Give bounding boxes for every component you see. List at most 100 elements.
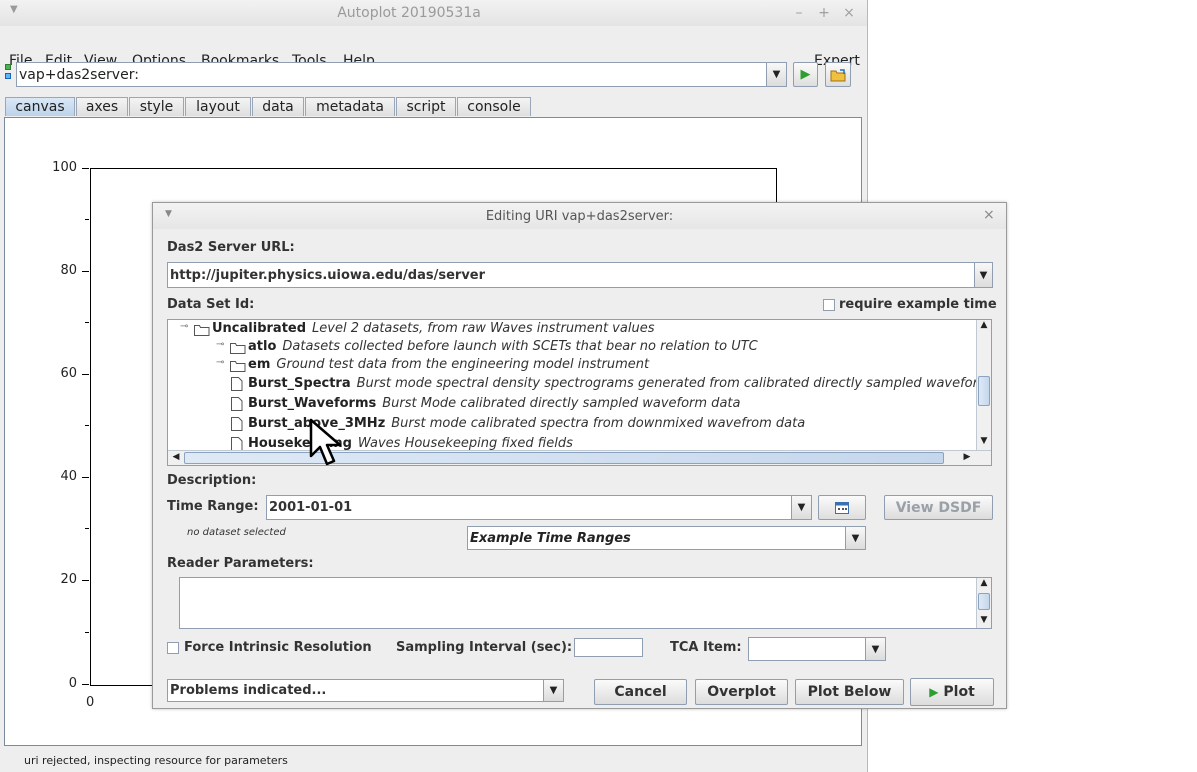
play-icon: ▶	[929, 685, 939, 699]
close-icon[interactable]: ×	[842, 5, 856, 21]
tree-row[interactable]: Burst_Spectra Burst mode spectral density…	[231, 376, 991, 394]
tca-item-combo[interactable]: ▼	[748, 637, 886, 661]
y-tick-label: 60	[60, 366, 77, 381]
file-icon	[231, 377, 243, 391]
scroll-left-icon[interactable]: ◀	[170, 452, 182, 462]
close-icon[interactable]: ×	[983, 207, 995, 223]
reader-params-textarea[interactable]: ▲ ▼	[179, 577, 992, 629]
chevron-down-icon[interactable]: ▼	[974, 263, 992, 287]
server-url-combo[interactable]: http://jupiter.physics.uiowa.edu/das/ser…	[167, 262, 993, 288]
dataset-tree[interactable]: ⊸ Uncalibrated Level 2 datasets, from raw…	[167, 319, 992, 466]
title-bar: ▼ Autoplot 20190531a – + ×	[0, 0, 867, 26]
go-button[interactable]: ▶	[793, 62, 818, 87]
tree-row[interactable]: ⊸ em Ground test data from the engineerin…	[216, 357, 649, 375]
view-dsdf-button[interactable]: View DSDF	[884, 495, 993, 520]
play-icon: ▶	[800, 67, 811, 82]
browse-button[interactable]	[825, 62, 851, 87]
chevron-down-icon[interactable]: ▼	[865, 638, 885, 660]
example-time-ranges-value[interactable]: Example Time Ranges	[470, 531, 631, 546]
folder-icon	[230, 343, 246, 354]
file-icon	[231, 417, 243, 431]
scroll-down-icon[interactable]: ▼	[977, 615, 991, 625]
y-tick-label: 80	[60, 263, 77, 278]
dataset-id-label: Data Set Id:	[167, 297, 255, 312]
file-icon	[231, 437, 243, 451]
tab-style[interactable]: style	[129, 97, 184, 116]
folder-icon	[230, 361, 246, 372]
dialog-title: Editing URI vap+das2server:	[485, 209, 674, 224]
scroll-thumb[interactable]	[184, 452, 944, 464]
scroll-right-icon[interactable]: ▶	[961, 452, 973, 462]
calendar-button[interactable]	[818, 495, 866, 520]
uri-input[interactable]: vap+das2server:	[19, 67, 139, 83]
require-example-time-checkbox[interactable]	[823, 299, 835, 311]
overplot-button[interactable]: Overplot	[695, 679, 788, 705]
cancel-button[interactable]: Cancel	[594, 679, 687, 705]
expand-icon[interactable]: ⊸	[180, 321, 188, 332]
chevron-down-icon[interactable]: ▼	[791, 496, 811, 519]
reader-params-label: Reader Parameters:	[167, 556, 314, 571]
chevron-down-icon[interactable]: ▼	[845, 527, 865, 549]
tca-item-label: TCA Item:	[670, 640, 742, 655]
force-intrinsic-label: Force Intrinsic Resolution	[184, 640, 372, 655]
description-label: Description:	[167, 473, 257, 488]
tree-row[interactable]: ⊸ atlo Datasets collected before launch w…	[216, 339, 758, 357]
require-example-time-label: require example time	[839, 297, 997, 312]
edit-uri-dialog: ▼ Editing URI vap+das2server: × Das2 Ser…	[152, 202, 1007, 709]
server-url-label: Das2 Server URL:	[167, 240, 295, 255]
scroll-down-icon[interactable]: ▼	[977, 436, 991, 446]
tab-metadata[interactable]: metadata	[305, 97, 395, 116]
tree-row[interactable]: ⊸ Uncalibrated Level 2 datasets, from raw…	[180, 321, 654, 339]
tab-canvas[interactable]: canvas	[5, 97, 75, 116]
folder-icon	[194, 325, 210, 336]
calendar-icon	[835, 501, 849, 514]
problems-value[interactable]: Problems indicated...	[170, 683, 326, 698]
force-intrinsic-checkbox[interactable]	[167, 642, 179, 654]
sampling-interval-input[interactable]	[574, 638, 643, 657]
window-title: Autoplot 20190531a	[337, 5, 481, 21]
server-url-input[interactable]: http://jupiter.physics.uiowa.edu/das/ser…	[170, 268, 485, 283]
chevron-down-icon[interactable]: ▼	[766, 63, 786, 86]
problems-combo[interactable]: Problems indicated... ▼	[167, 679, 564, 702]
status-bar: uri rejected, inspecting resource for pa…	[24, 754, 288, 767]
time-range-label: Time Range:	[167, 499, 259, 514]
scroll-thumb[interactable]	[978, 376, 990, 406]
mouse-cursor-icon	[309, 418, 342, 466]
tree-horizontal-scrollbar[interactable]: ◀ ▶	[168, 450, 991, 465]
reader-params-scrollbar[interactable]: ▲ ▼	[976, 578, 991, 628]
tab-layout[interactable]: layout	[185, 97, 251, 116]
folder-icon	[830, 68, 846, 81]
tree-row[interactable]: Burst_Waveforms Burst Mode calibrated dir…	[231, 396, 740, 414]
dataset-status: no dataset selected	[187, 527, 286, 538]
tree-vertical-scrollbar[interactable]: ▲ ▼	[976, 320, 991, 450]
y-tick-label: 0	[68, 676, 77, 691]
time-range-input[interactable]: 2001-01-01	[269, 500, 352, 515]
chevron-down-icon[interactable]: ▼	[543, 680, 563, 701]
plot-button-label: Plot	[943, 684, 975, 700]
scroll-up-icon[interactable]: ▲	[977, 578, 991, 588]
time-range-combo[interactable]: 2001-01-01 ▼	[266, 495, 812, 520]
tab-data[interactable]: data	[252, 97, 304, 116]
uri-combo[interactable]: vap+das2server: ▼	[16, 62, 787, 87]
menu-bar: File Edit View Options Bookmarks Tools H…	[0, 26, 867, 69]
sampling-interval-label: Sampling Interval (sec):	[396, 640, 573, 655]
minimize-icon[interactable]: –	[792, 5, 806, 21]
plot-button[interactable]: ▶ Plot	[910, 678, 994, 706]
maximize-icon[interactable]: +	[817, 5, 831, 21]
x-tick-label: 0	[86, 695, 95, 710]
dialog-title-bar: ▼ Editing URI vap+das2server: ×	[153, 203, 1006, 229]
example-time-ranges-combo[interactable]: Example Time Ranges ▼	[467, 526, 866, 550]
y-tick-label: 100	[52, 160, 77, 175]
tab-axes[interactable]: axes	[76, 97, 128, 116]
file-icon	[231, 397, 243, 411]
expand-icon[interactable]: ⊸	[216, 357, 224, 368]
drag-handle-icon[interactable]	[5, 64, 12, 82]
scroll-up-icon[interactable]: ▲	[977, 320, 991, 330]
y-tick-label: 20	[60, 572, 77, 587]
scroll-thumb[interactable]	[978, 593, 990, 610]
plot-below-button[interactable]: Plot Below	[795, 679, 904, 705]
tab-console[interactable]: console	[457, 97, 531, 116]
y-tick-label: 40	[60, 469, 77, 484]
tab-script[interactable]: script	[396, 97, 456, 116]
expand-icon[interactable]: ⊸	[216, 339, 224, 350]
